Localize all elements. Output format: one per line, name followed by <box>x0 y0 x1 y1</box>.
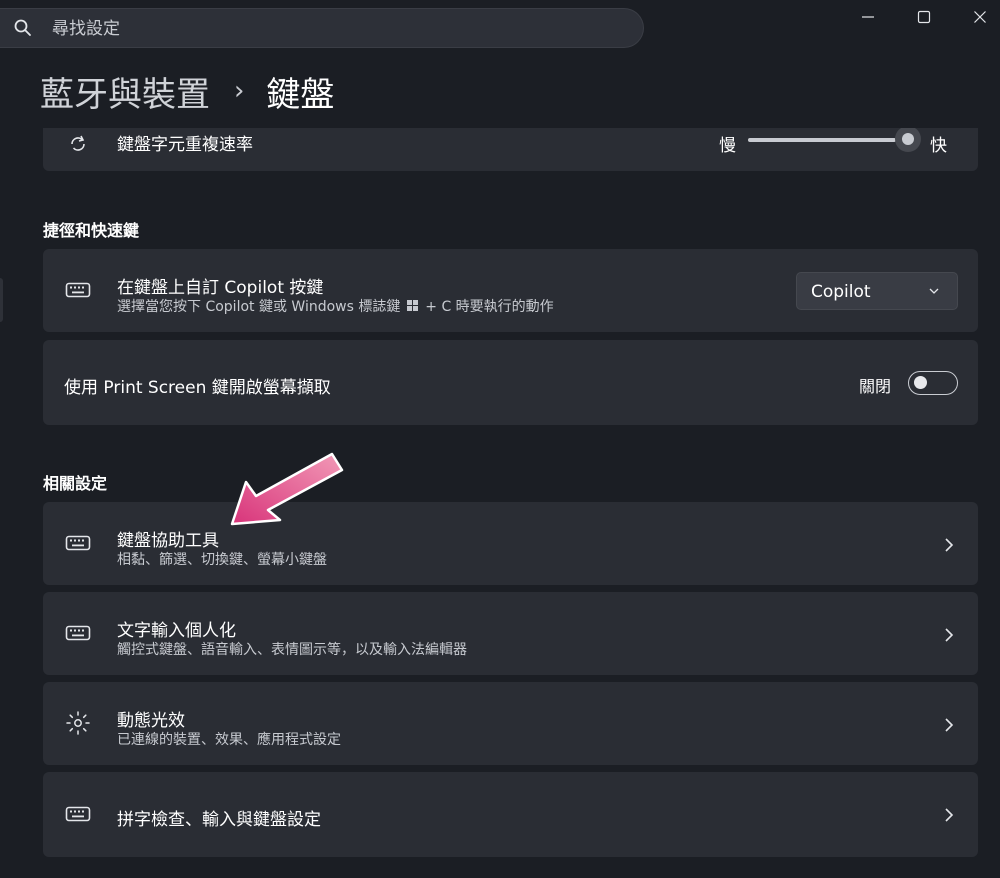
section-heading-related: 相關設定 <box>43 474 108 493</box>
sun-lighting-icon <box>66 711 90 735</box>
breadcrumb: 藍牙與裝置 › 鍵盤 <box>40 67 335 116</box>
related-item-title: 拼字檢查、輸入與鍵盤設定 <box>117 810 321 830</box>
search-box[interactable] <box>0 8 644 48</box>
settings-content[interactable]: 鍵盤字元重複速率 慢 快 捷徑和快速鍵 在鍵盤上自訂 Copilot 按鍵 選擇… <box>0 128 1000 878</box>
copilot-key-title: 在鍵盤上自訂 Copilot 按鍵 <box>117 278 324 298</box>
copilot-key-desc-part1: 選擇當您按下 Copilot 鍵或 Windows 標誌鍵 <box>117 299 401 315</box>
slider-thumb[interactable] <box>895 128 921 152</box>
breadcrumb-root[interactable]: 藍牙與裝置 <box>40 67 210 116</box>
related-item-spelling-typing[interactable]: 拼字檢查、輸入與鍵盤設定 <box>43 772 978 857</box>
slider-min-label: 慢 <box>719 136 736 156</box>
chevron-down-icon <box>929 288 939 294</box>
chevron-right-icon <box>945 628 954 642</box>
repeat-rate-card: 鍵盤字元重複速率 慢 快 <box>43 128 978 171</box>
annotation-arrow-icon <box>230 452 344 526</box>
chevron-right-icon <box>945 538 954 552</box>
printscreen-title: 使用 Print Screen 鍵開啟螢幕擷取 <box>64 378 331 398</box>
keyboard-icon <box>65 806 91 822</box>
maximize-button[interactable] <box>904 6 944 28</box>
section-heading-shortcuts: 捷徑和快速鍵 <box>43 221 140 240</box>
related-item-desc: 已連線的裝置、效果、應用程式設定 <box>117 732 341 748</box>
minimize-button[interactable] <box>848 6 888 28</box>
copilot-key-desc-part2: + C 時要執行的動作 <box>425 299 554 315</box>
related-item-desc: 觸控式鍵盤、語音輸入、表情圖示等，以及輸入法編輯器 <box>117 642 467 658</box>
minimize-icon <box>862 16 874 18</box>
keyboard-icon <box>65 535 91 551</box>
close-button[interactable] <box>960 6 1000 28</box>
windows-logo-icon <box>406 300 418 311</box>
maximize-icon <box>917 10 931 24</box>
repeat-rate-slider[interactable] <box>43 128 978 152</box>
printscreen-toggle[interactable] <box>908 371 958 395</box>
repeat-rate-label: 鍵盤字元重複速率 <box>117 135 253 155</box>
printscreen-state-label: 關閉 <box>859 377 892 396</box>
search-icon <box>14 19 31 36</box>
copilot-key-card[interactable]: 在鍵盤上自訂 Copilot 按鍵 選擇當您按下 Copilot 鍵或 Wind… <box>43 249 978 332</box>
printscreen-card[interactable]: 使用 Print Screen 鍵開啟螢幕擷取 關閉 <box>43 340 978 425</box>
related-item-dynamic-lighting[interactable]: 動態光效 已連線的裝置、效果、應用程式設定 <box>43 682 978 765</box>
related-item-title: 文字輸入個人化 <box>117 621 236 641</box>
slider-max-label: 快 <box>930 136 947 156</box>
chevron-right-icon <box>945 718 954 732</box>
related-item-text-input[interactable]: 文字輸入個人化 觸控式鍵盤、語音輸入、表情圖示等，以及輸入法編輯器 <box>43 592 978 675</box>
keyboard-icon <box>65 282 91 298</box>
close-icon <box>974 11 986 23</box>
breadcrumb-separator: › <box>234 76 245 106</box>
related-item-title: 動態光效 <box>117 711 185 731</box>
related-item-desc: 相黏、篩選、切換鍵、螢幕小鍵盤 <box>117 552 327 568</box>
copilot-key-dropdown[interactable]: Copilot <box>796 272 958 310</box>
related-item-title: 鍵盤協助工具 <box>117 531 219 551</box>
keyboard-icon <box>65 625 91 641</box>
search-input[interactable] <box>50 16 614 42</box>
chevron-right-icon <box>945 808 954 822</box>
copilot-key-desc: 選擇當您按下 Copilot 鍵或 Windows 標誌鍵 + C 時要執行的動… <box>117 296 554 316</box>
dropdown-value: Copilot <box>811 282 871 302</box>
repeat-icon <box>71 135 85 151</box>
slider-track <box>748 138 896 142</box>
page-title: 鍵盤 <box>266 74 335 115</box>
related-item-accessibility[interactable]: 鍵盤協助工具 相黏、篩選、切換鍵、螢幕小鍵盤 <box>43 502 978 585</box>
toggle-knob <box>914 376 927 389</box>
